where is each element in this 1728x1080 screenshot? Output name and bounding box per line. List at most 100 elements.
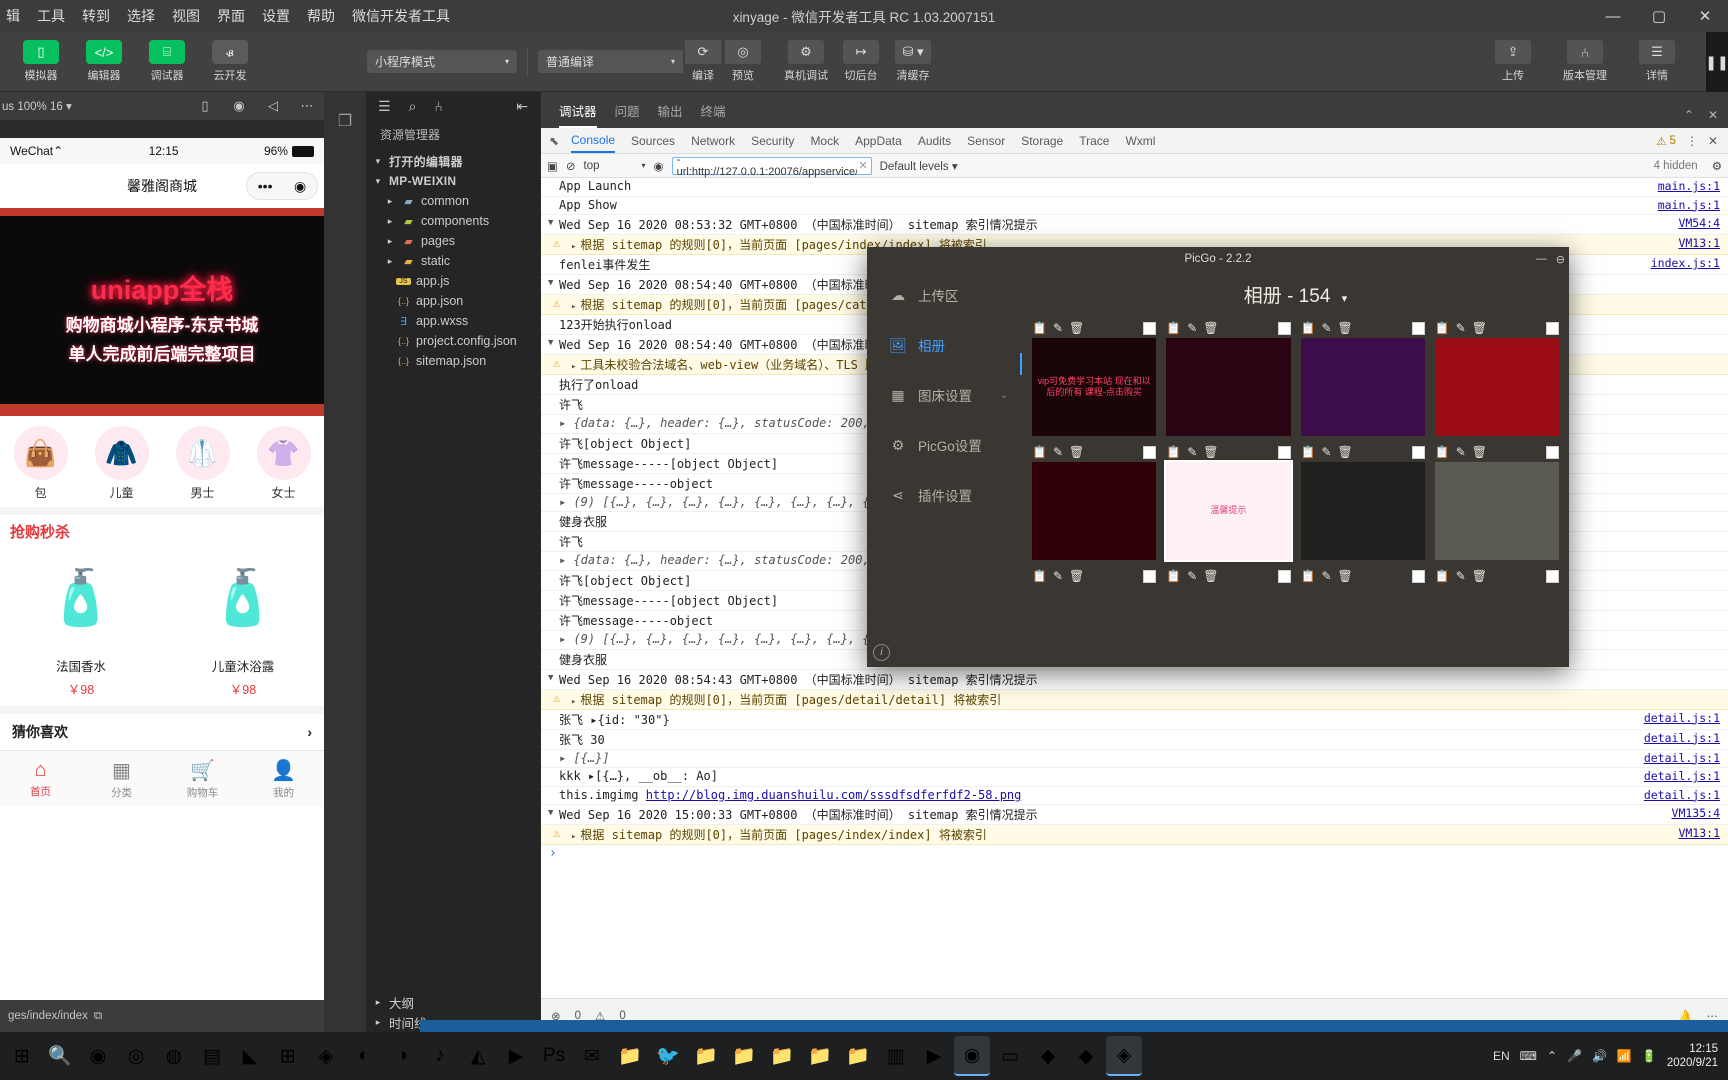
edit-icon[interactable]: ✎ <box>1053 445 1063 459</box>
console-source-link[interactable]: detail.js:1 <box>1644 769 1720 783</box>
copy-icon[interactable]: 📋 <box>1166 569 1181 583</box>
collapse-up-icon[interactable]: ⌃ <box>1684 108 1694 122</box>
mode-select[interactable]: 小程序模式 ▾ <box>367 50 517 73</box>
picgo-thumbnail[interactable]: vip可免费学习本站 现在和以后的所有 课程-点击购买 <box>1032 338 1157 436</box>
console-line[interactable]: Wed Sep 16 2020 15:00:33 GMT+0800 （中国标准时… <box>541 805 1728 826</box>
close-icon[interactable]: ✕ <box>1708 134 1718 148</box>
picgo-thumbnail[interactable] <box>1300 462 1425 560</box>
close-icon[interactable]: ✕ <box>1708 108 1718 122</box>
copy-icon[interactable]: 📋 <box>1301 569 1316 583</box>
delete-icon[interactable]: 🗑 <box>1069 445 1084 459</box>
tree-item-app-json[interactable]: {..} app.json <box>366 291 540 311</box>
keyboard-icon[interactable]: ⌨ <box>1520 1049 1537 1063</box>
battery-icon[interactable]: 🔋 <box>1642 1049 1657 1063</box>
context-select[interactable]: top ▾ <box>584 160 646 172</box>
toolbar-preview-button[interactable]: ◎ 预览 <box>723 40 763 83</box>
sidebar-item-plugin-settings[interactable]: ⋖ 插件设置 <box>867 485 1022 505</box>
tree-item-static[interactable]: ▸ ▰ static <box>366 251 540 271</box>
delete-icon[interactable]: 🗑 <box>1338 445 1353 459</box>
picgo-window-controls[interactable]: — ⊖ <box>1536 253 1565 266</box>
delete-icon[interactable]: 🗑 <box>1203 445 1218 459</box>
taskbar-green-icon[interactable]: ◆ <box>1068 1036 1104 1076</box>
console-source-link[interactable]: detail.js:1 <box>1644 731 1720 745</box>
panel-tab-console[interactable]: Console <box>571 128 616 153</box>
taskbar-folder5-icon[interactable]: 📁 <box>802 1036 838 1076</box>
picgo-minimize-button[interactable]: — <box>1536 253 1547 266</box>
console-filter-input[interactable]: -url:http://127.0.0.1:20076/appservice/p… <box>671 154 872 178</box>
delete-icon[interactable]: 🗑 <box>1338 321 1353 335</box>
copy-icon[interactable]: 📋 <box>1301 321 1316 335</box>
tree-item-app-js[interactable]: JS app.js <box>366 271 540 291</box>
taskbar-browser-icon[interactable]: ◑ <box>384 1036 420 1076</box>
taskbar-vscode-icon[interactable]: ◣ <box>232 1036 268 1076</box>
console-prompt[interactable] <box>541 845 1728 861</box>
edit-icon[interactable]: ✎ <box>1321 321 1331 335</box>
device-icon[interactable]: ▯ <box>188 98 222 114</box>
menu-item-tools[interactable]: 工具 <box>37 6 65 26</box>
edit-icon[interactable]: ✎ <box>1321 569 1331 583</box>
console-line[interactable]: ▸根据 sitemap 的规则[0]，当前页面 [pages/detail/de… <box>541 689 1728 710</box>
picgo-thumb-cell[interactable]: 📋 ✎ 🗑 <box>1434 318 1559 436</box>
delete-icon[interactable]: 🗑 <box>1472 569 1487 583</box>
toolbar-simulator-button[interactable]: ▯ 模拟器 <box>14 40 68 83</box>
console-line[interactable]: kkk ▸[{…}, __ob__: Ao] detail.js:1 <box>541 768 1728 787</box>
sidebar-icon[interactable]: ▣ <box>547 159 558 173</box>
picgo-album-header[interactable]: 相册 - 154 ▾ <box>1032 277 1559 318</box>
thumb-checkbox[interactable] <box>1546 569 1559 583</box>
sidebar-item-album[interactable]: 🖼 相册 <box>867 335 1022 355</box>
taskbar-chrome-icon[interactable]: ◉ <box>80 1036 116 1076</box>
menu-item-select[interactable]: 选择 <box>127 6 155 26</box>
thumb-checkbox[interactable] <box>1277 445 1291 459</box>
picgo-close-button[interactable]: ⊖ <box>1556 253 1565 266</box>
console-line[interactable]: App Show main.js:1 <box>541 197 1728 216</box>
taskbar-picgo-icon[interactable]: ◉ <box>954 1036 990 1076</box>
tab-debugger[interactable]: 调试器 <box>559 101 597 128</box>
taskbar-notes-icon[interactable]: ▤ <box>194 1036 230 1076</box>
toolbar-clearcache-button[interactable]: ⛁ ▾ 清缓存 <box>887 40 939 83</box>
picgo-thumb-cell[interactable]: 📋 ✎ 🗑 <box>1300 442 1425 560</box>
panel-tab-mock[interactable]: Mock <box>810 128 839 153</box>
taskbar-folder2-icon[interactable]: 📁 <box>688 1036 724 1076</box>
window-controls[interactable]: — ▢ ✕ <box>1590 0 1728 32</box>
panel-tab-network[interactable]: Network <box>691 128 735 153</box>
minimize-button[interactable]: — <box>1590 0 1636 32</box>
tree-item-project-config[interactable]: {..} project.config.json <box>366 331 540 351</box>
console-line[interactable]: this.imgimg http://blog.img.duanshuilu.c… <box>541 787 1728 806</box>
console-source-link[interactable]: detail.js:1 <box>1644 711 1720 725</box>
maximize-button[interactable]: ▢ <box>1636 0 1682 32</box>
panel-tab-audits[interactable]: Audits <box>918 128 951 153</box>
console-source-link[interactable]: VM13:1 <box>1678 236 1720 250</box>
tabbar-item-mine[interactable]: 👤 我的 <box>243 751 324 806</box>
capsule-more-icon[interactable]: ••• <box>258 178 273 194</box>
capsule-close-icon[interactable]: ◉ <box>294 178 306 195</box>
taskbar-edge-icon[interactable]: ◎ <box>118 1036 154 1076</box>
no-entry-icon[interactable]: ⊘ <box>566 159 576 173</box>
tabbar-item-category[interactable]: ▦ 分类 <box>81 751 162 806</box>
gear-icon[interactable]: ⚙ <box>1712 159 1722 173</box>
thumb-checkbox[interactable] <box>1143 321 1157 335</box>
taskbar-terminal-icon[interactable]: ▶ <box>498 1036 534 1076</box>
delete-icon[interactable]: 🗑 <box>1069 321 1084 335</box>
picgo-thumb-cell[interactable]: 📋 ✎ 🗑 <box>1166 318 1291 436</box>
tree-item-pages[interactable]: ▸ ▰ pages <box>366 231 540 251</box>
info-icon[interactable]: i <box>873 644 890 661</box>
category-item-men[interactable]: 🥼 男士 <box>175 426 230 501</box>
delete-icon[interactable]: 🗑 <box>1203 569 1218 583</box>
tree-item-app-wxss[interactable]: ∃ app.wxss <box>366 311 540 331</box>
console-source-link[interactable]: VM54:4 <box>1678 216 1720 230</box>
panel-tab-sensor[interactable]: Sensor <box>967 128 1005 153</box>
taskbar-photoshop-icon[interactable]: Ps <box>536 1036 572 1076</box>
taskbar-folder4-icon[interactable]: 📁 <box>764 1036 800 1076</box>
delete-icon[interactable]: 🗑 <box>1472 321 1487 335</box>
taskbar-music-icon[interactable]: ♪ <box>422 1036 458 1076</box>
taskbar-bird-icon[interactable]: 🐦 <box>650 1036 686 1076</box>
delete-icon[interactable]: 🗑 <box>1069 569 1084 583</box>
console-line[interactable]: ▸ [{…}] detail.js:1 <box>541 750 1728 769</box>
thumb-checkbox[interactable] <box>1411 569 1425 583</box>
compile-select[interactable]: 普通编译 ▾ <box>538 50 683 73</box>
recommend-row[interactable]: 猜你喜欢 › <box>0 706 324 750</box>
wechat-capsule[interactable]: ••• ◉ <box>246 172 318 200</box>
copy-icon[interactable]: 📋 <box>1166 445 1181 459</box>
taskbar-note2-icon[interactable]: ▥ <box>878 1036 914 1076</box>
record-icon[interactable]: ◉ <box>222 98 256 114</box>
